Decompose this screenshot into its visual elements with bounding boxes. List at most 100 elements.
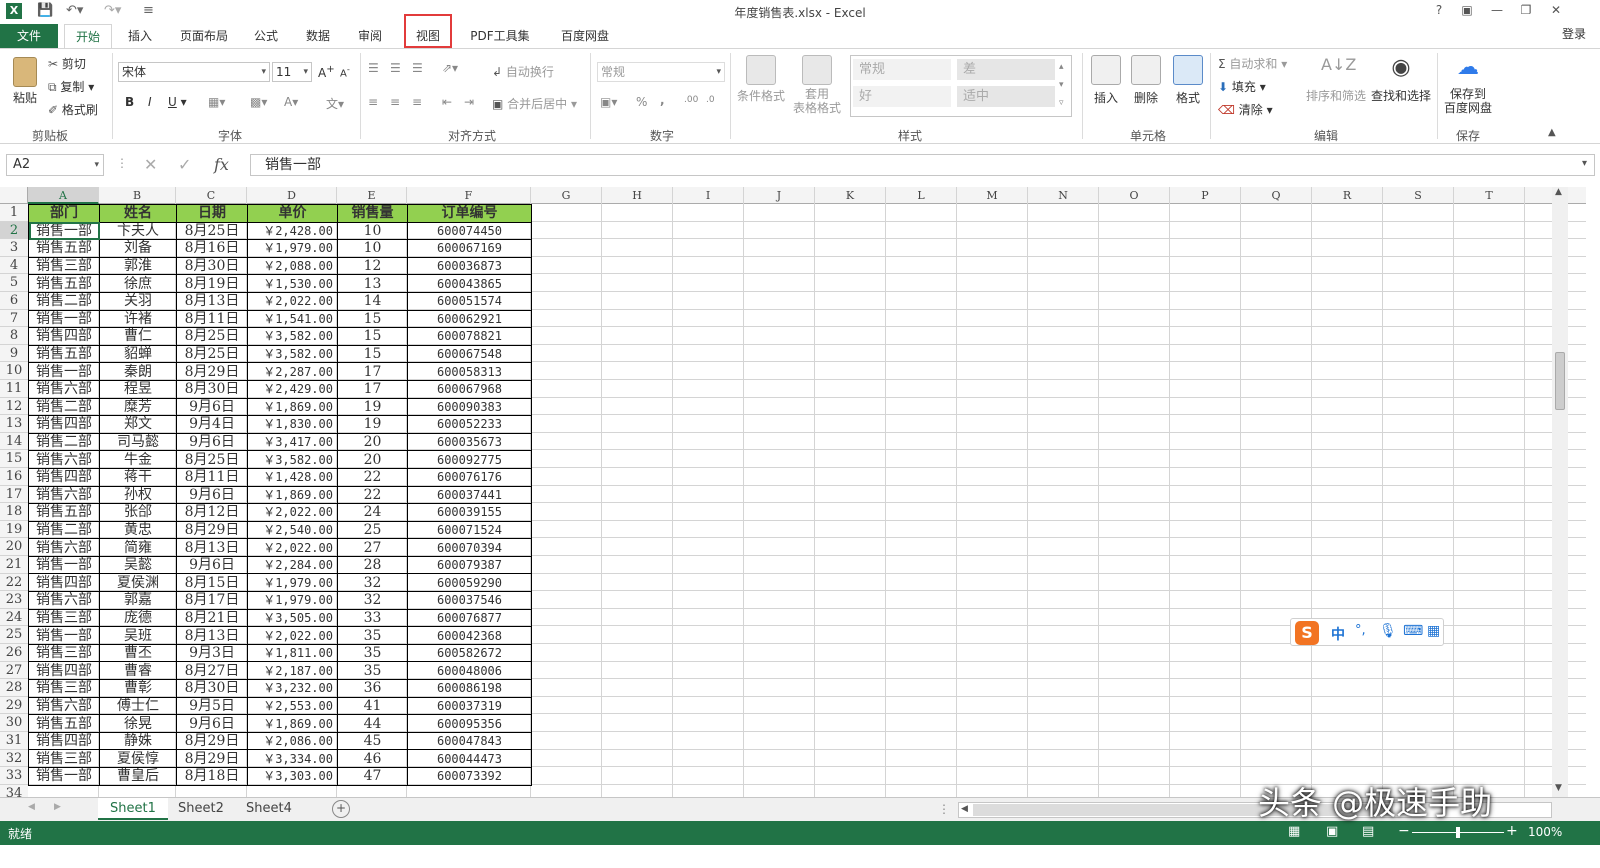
table-cell[interactable]: 8月21日: [176, 608, 248, 628]
row-header-26[interactable]: 26: [0, 644, 28, 662]
collapse-ribbon-icon[interactable]: ▲: [1548, 127, 1556, 138]
prev-sheet-icon[interactable]: ◀: [28, 802, 35, 812]
row-header-28[interactable]: 28: [0, 679, 28, 697]
table-cell[interactable]: 8月17日: [176, 591, 248, 610]
table-cell[interactable]: 15: [337, 327, 408, 346]
table-cell[interactable]: 600071524: [407, 520, 532, 540]
table-cell[interactable]: 600086198: [407, 679, 532, 698]
fill-color-icon[interactable]: ▩▾: [250, 95, 267, 109]
table-cell[interactable]: 22: [337, 485, 408, 505]
tab-data[interactable]: 数据: [298, 24, 338, 48]
table-cell[interactable]: 销售三部: [28, 643, 100, 663]
table-cell[interactable]: 8月25日: [176, 221, 248, 241]
table-cell[interactable]: 糜芳: [99, 397, 177, 417]
insert-cells-button[interactable]: 插入: [1088, 55, 1124, 106]
table-cell[interactable]: 24: [337, 503, 408, 522]
column-header-d[interactable]: D: [247, 187, 337, 204]
column-header-p[interactable]: P: [1170, 187, 1241, 204]
tab-review[interactable]: 审阅: [350, 24, 390, 48]
table-cell[interactable]: 36: [337, 679, 408, 698]
table-cell[interactable]: ￥2,022.00: [247, 503, 338, 522]
table-cell[interactable]: 曹皇后: [99, 767, 177, 786]
table-cell[interactable]: 27: [337, 538, 408, 557]
font-name-combo[interactable]: 宋体 ▾: [118, 62, 270, 82]
row-header-29[interactable]: 29: [0, 696, 28, 715]
select-all-corner[interactable]: [0, 187, 28, 204]
save-to-baidu-button[interactable]: ☁ 保存到 百度网盘: [1440, 55, 1496, 115]
align-top-icon[interactable]: ☰: [368, 61, 379, 75]
table-cell[interactable]: ￥2,284.00: [247, 555, 338, 575]
table-cell[interactable]: 28: [337, 555, 408, 575]
table-cell[interactable]: 19: [337, 415, 408, 434]
column-header-r[interactable]: R: [1312, 187, 1383, 204]
table-cell[interactable]: 8月19日: [176, 274, 248, 293]
decrease-indent-icon[interactable]: ⇤: [442, 95, 452, 109]
table-cell[interactable]: ￥1,979.00: [247, 573, 338, 593]
apps-grid-icon[interactable]: ▦: [1427, 623, 1440, 639]
column-header-k[interactable]: K: [815, 187, 886, 204]
sheet-tab-sheet2[interactable]: Sheet2: [166, 798, 236, 820]
table-cell[interactable]: 600048006: [407, 661, 532, 681]
row-header-12[interactable]: 12: [0, 397, 28, 416]
table-cell[interactable]: 35: [337, 661, 408, 681]
table-cell[interactable]: 14: [337, 291, 408, 311]
column-header-o[interactable]: O: [1099, 187, 1170, 204]
table-cell[interactable]: ￥2,022.00: [247, 626, 338, 645]
table-cell[interactable]: 销售二部: [28, 291, 100, 311]
table-header-cell[interactable]: 姓名: [99, 204, 177, 223]
worksheet-grid[interactable]: ABCDEFGHIJKLMNOPQRST 1 2 3 4 5 6 7 8 9 10 11 12 13 14…: [0, 187, 1586, 807]
column-header-h[interactable]: H: [602, 187, 673, 204]
table-cell[interactable]: 25: [337, 520, 408, 540]
conditional-format-button[interactable]: 条件格式: [734, 55, 788, 104]
table-cell[interactable]: 600044473: [407, 749, 532, 768]
table-cell[interactable]: 8月29日: [176, 520, 248, 540]
column-header-i[interactable]: I: [673, 187, 744, 204]
page-break-view-icon[interactable]: ▤: [1362, 824, 1374, 839]
close-button[interactable]: ✕: [1547, 3, 1565, 17]
style-neutral[interactable]: 适中: [957, 86, 1055, 107]
insert-function-button[interactable]: fx: [214, 155, 229, 174]
cancel-icon[interactable]: ✕: [144, 155, 157, 174]
table-cell[interactable]: 22: [337, 467, 408, 487]
table-cell[interactable]: ￥1,830.00: [247, 415, 338, 434]
table-cell[interactable]: 销售四部: [28, 467, 100, 487]
table-cell[interactable]: 销售四部: [28, 327, 100, 346]
table-cell[interactable]: 销售一部: [28, 626, 100, 645]
row-header-31[interactable]: 31: [0, 732, 28, 750]
align-right-icon[interactable]: ≡: [412, 95, 422, 109]
zoom-slider[interactable]: [1412, 827, 1504, 838]
table-cell[interactable]: 12: [337, 256, 408, 276]
column-header-f[interactable]: F: [407, 187, 531, 204]
minimize-button[interactable]: —: [1488, 3, 1506, 17]
table-cell[interactable]: 刘备: [99, 239, 177, 258]
table-cell[interactable]: 销售一部: [28, 221, 100, 241]
row-header-30[interactable]: 30: [0, 714, 28, 732]
row-header-7[interactable]: 7: [0, 309, 28, 328]
style-bad[interactable]: 差: [957, 59, 1055, 80]
column-header-e[interactable]: E: [337, 187, 407, 204]
column-header-l[interactable]: L: [886, 187, 957, 204]
merge-center-button[interactable]: ▣ 合并后居中 ▾: [492, 95, 577, 112]
row-header-11[interactable]: 11: [0, 380, 28, 398]
table-cell[interactable]: 曹仁: [99, 327, 177, 346]
row-header-21[interactable]: 21: [0, 556, 28, 574]
table-cell[interactable]: ￥1,541.00: [247, 309, 338, 329]
table-cell[interactable]: 关羽: [99, 291, 177, 311]
table-cell[interactable]: 曹丕: [99, 643, 177, 663]
row-header-1[interactable]: 1: [0, 204, 28, 222]
tab-pdf-tools[interactable]: PDF工具集: [462, 24, 538, 48]
table-cell[interactable]: 9月6日: [176, 397, 248, 417]
table-cell[interactable]: 8月13日: [176, 291, 248, 311]
table-cell[interactable]: 销售六部: [28, 450, 100, 469]
table-cell[interactable]: 销售四部: [28, 731, 100, 751]
sort-filter-button[interactable]: A↓Z 排序和筛选: [1306, 55, 1366, 104]
tab-page-layout[interactable]: 页面布局: [172, 24, 236, 48]
zoom-level[interactable]: 100%: [1528, 825, 1562, 839]
table-cell[interactable]: ￥3,334.00: [247, 749, 338, 768]
table-cell[interactable]: 销售六部: [28, 538, 100, 557]
table-header-cell[interactable]: 日期: [176, 204, 248, 223]
table-cell[interactable]: 销售六部: [28, 485, 100, 505]
table-cell[interactable]: 35: [337, 643, 408, 663]
table-cell[interactable]: 8月25日: [176, 344, 248, 364]
row-header-10[interactable]: 10: [0, 362, 28, 380]
